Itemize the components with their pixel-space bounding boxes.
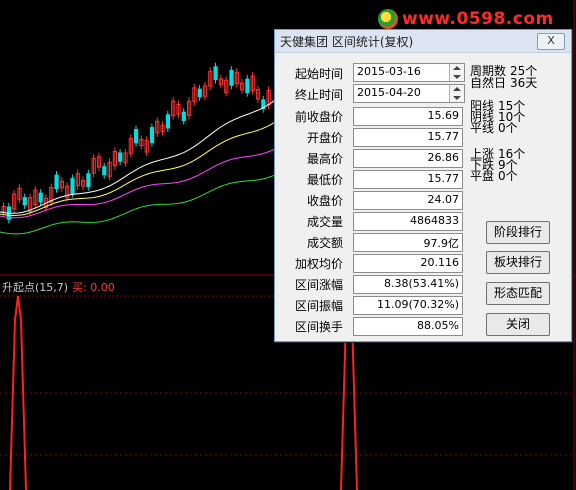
- candle-body: [213, 66, 218, 81]
- candle-body: [134, 129, 139, 144]
- candle-body: [102, 166, 107, 176]
- watermark-logo-icon: [378, 9, 398, 29]
- summary-stat-label: 平盘: [470, 169, 495, 183]
- stat-row-value-box: 88.05%: [353, 317, 463, 336]
- summary-stat: 自然日 36天: [470, 76, 538, 90]
- stat-row-label: 区间换手: [294, 320, 343, 334]
- stat-row-value-box: 20.116: [353, 254, 463, 273]
- spinner-down-icon[interactable]: [453, 96, 461, 100]
- dialog-title: 天健集团 区间统计(复权): [280, 35, 414, 49]
- start-date-spinner[interactable]: [449, 64, 464, 81]
- end-date-picker[interactable]: 2015-04-20: [353, 84, 465, 103]
- indicator-buy-value: 买: 0.00: [72, 281, 115, 294]
- summary-stat-value: 36天: [510, 76, 538, 90]
- candle-body: [245, 78, 250, 94]
- pattern-match-button[interactable]: 形态匹配: [486, 282, 550, 305]
- stat-row-value: 97.9亿: [423, 237, 460, 250]
- start-time-label: 起始时间: [294, 67, 343, 81]
- stat-row-value: 15.77: [427, 130, 460, 143]
- stat-row-value: 15.69: [427, 109, 460, 122]
- candle-body: [197, 88, 202, 98]
- summary-stat: 平盘 0个: [470, 169, 518, 183]
- stat-row-value: 8.38(53.41%): [383, 277, 459, 290]
- summary-stat: 周期数 25个: [470, 65, 537, 77]
- range-stats-dialog: 天健集团 区间统计(复权) X 起始时间 2015-03-16 终止时间 201…: [274, 29, 572, 342]
- close-button[interactable]: 关闭: [486, 313, 550, 336]
- summary-stat-label: 自然日: [470, 76, 507, 90]
- candle-body: [165, 114, 171, 129]
- stat-row-value-box: 11.09(70.32%): [353, 296, 463, 315]
- indicator-name: 升起点(15,7): [2, 281, 69, 294]
- stat-row-value: 26.86: [427, 151, 460, 164]
- summary-stat-value: 0个: [498, 121, 518, 135]
- stat-row-value: 15.77: [427, 172, 460, 185]
- stat-row-label: 前收盘价: [294, 110, 343, 124]
- stat-row-value-box: 26.86: [353, 149, 463, 168]
- spinner-down-icon[interactable]: [453, 75, 461, 79]
- stat-row-label: 收盘价: [306, 194, 343, 208]
- spinner-up-icon[interactable]: [453, 87, 461, 91]
- indicator-label: 升起点(15,7) 买: 0.00: [2, 279, 115, 295]
- stat-row-value: 88.05%: [417, 319, 459, 332]
- candle-body: [149, 127, 155, 144]
- start-date-picker[interactable]: 2015-03-16: [353, 63, 465, 82]
- ma-long-line: [0, 148, 277, 219]
- candle-body: [229, 69, 234, 86]
- stage-ranking-button[interactable]: 阶段排行: [486, 221, 550, 244]
- candle-body: [118, 152, 123, 162]
- stat-row-label: 最高价: [306, 152, 343, 166]
- stat-row-label: 区间振幅: [294, 299, 343, 313]
- close-icon[interactable]: X: [537, 33, 565, 50]
- stat-row-label: 最低价: [306, 173, 343, 187]
- stat-row-value: 24.07: [427, 193, 460, 206]
- stat-row-value: 4864833: [410, 214, 459, 227]
- stat-row-label: 成交额: [306, 236, 343, 250]
- stat-row-value-box: 15.77: [353, 170, 463, 189]
- stat-row-value-box: 4864833: [353, 212, 463, 231]
- summary-stat-value: 0个: [498, 169, 518, 183]
- candle-body: [22, 197, 27, 206]
- end-time-label: 终止时间: [294, 88, 343, 102]
- candle-body: [38, 192, 43, 203]
- stat-row-label: 开盘价: [306, 131, 343, 145]
- stat-row-label: 加权均价: [294, 257, 343, 271]
- candle-body: [86, 173, 91, 188]
- summary-stat: 平线 0个: [470, 121, 518, 135]
- candle-body: [181, 111, 186, 121]
- stat-row-value: 20.116: [420, 256, 460, 269]
- candle-body: [54, 174, 59, 190]
- end-date-value[interactable]: 2015-04-20: [357, 86, 421, 99]
- dialog-titlebar[interactable]: 天健集团 区间统计(复权) X: [275, 30, 571, 53]
- stat-row-value-box: 24.07: [353, 191, 463, 210]
- start-date-value[interactable]: 2015-03-16: [357, 65, 421, 78]
- stat-row-value-box: 15.69: [353, 107, 463, 126]
- summary-stat-label: 平线: [470, 121, 495, 135]
- signal-spike: [9, 295, 27, 490]
- stat-row-value-box: 97.9亿: [353, 233, 463, 252]
- ma-longest-line: [0, 174, 277, 235]
- watermark-text: www.0598.com: [402, 9, 554, 29]
- stat-row-label: 区间涨幅: [294, 278, 343, 292]
- stat-row-label: 成交量: [306, 215, 343, 229]
- stat-row-value-box: 15.77: [353, 128, 463, 147]
- end-date-spinner[interactable]: [449, 85, 464, 102]
- candle-body: [70, 178, 75, 195]
- spinner-up-icon[interactable]: [453, 66, 461, 70]
- stat-row-value-box: 8.38(53.41%): [353, 275, 463, 294]
- sector-ranking-button[interactable]: 板块排行: [486, 251, 550, 274]
- stat-row-value: 11.09(70.32%): [376, 298, 459, 311]
